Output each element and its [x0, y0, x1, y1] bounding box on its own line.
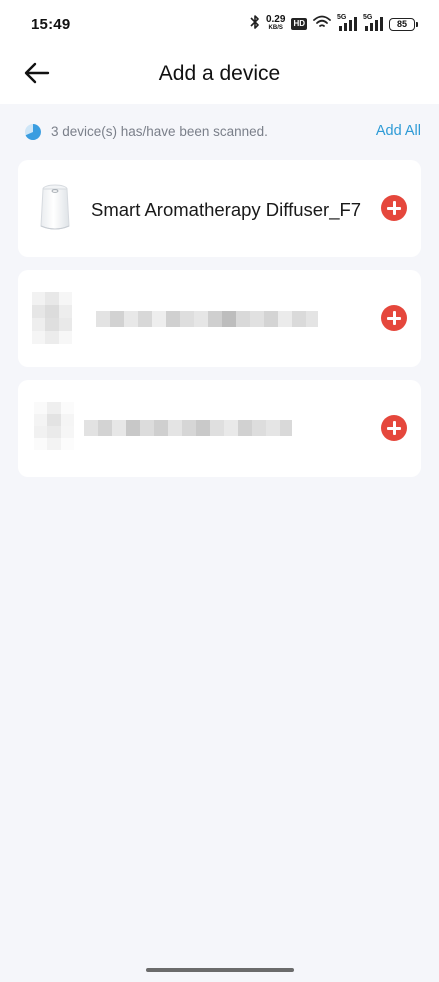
plus-circle-icon[interactable]	[381, 305, 407, 331]
plus-circle-icon[interactable]	[381, 195, 407, 221]
aroma-diffuser-icon	[36, 182, 74, 234]
battery-level: 85	[396, 19, 407, 29]
status-icons: 0.29 KB/S HD 5G 5G 85	[250, 14, 418, 35]
device-card[interactable]	[18, 380, 421, 477]
plus-circle-icon[interactable]	[381, 415, 407, 441]
device-card[interactable]	[18, 270, 421, 367]
signal-sim2-icon: 5G	[363, 14, 383, 32]
status-time: 15:49	[31, 16, 71, 33]
device-name: Smart Aromatherapy Diffuser_F7	[91, 199, 362, 220]
battery-icon: 85	[389, 17, 418, 31]
net-speed-value: 0.29	[265, 14, 286, 25]
add-all-button[interactable]: Add All	[376, 123, 421, 139]
sim2-tag: 5G	[363, 14, 373, 21]
blurred-device-name	[84, 420, 292, 436]
wifi-icon	[313, 15, 331, 34]
page-title: Add a device	[158, 62, 281, 85]
device-card[interactable]: Smart Aromatherapy Diffuser_F7	[18, 160, 421, 257]
scan-status-row: 3 device(s) has/have been scanned. Add A…	[0, 104, 439, 160]
bluetooth-icon	[250, 14, 260, 35]
scan-status-text: 3 device(s) has/have been scanned.	[51, 124, 268, 139]
blurred-device-icon	[32, 292, 72, 344]
home-indicator[interactable]	[146, 968, 294, 972]
status-bar: 15:49 0.29 KB/S HD 5G 5G 85	[0, 0, 439, 50]
signal-sim1-icon: 5G	[337, 14, 357, 32]
scan-progress-icon	[24, 123, 42, 141]
hd-badge: HD	[291, 18, 307, 30]
network-speed: 0.29 KB/S	[265, 14, 286, 32]
blurred-device-name	[96, 311, 318, 327]
sim1-tag: 5G	[337, 14, 347, 21]
net-speed-unit: KB/S	[268, 25, 283, 31]
app-header: Add a device	[0, 50, 439, 104]
blurred-device-icon	[34, 402, 74, 450]
